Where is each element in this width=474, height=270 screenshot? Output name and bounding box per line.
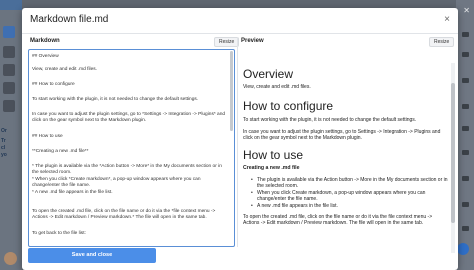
background-text: yo [1,152,7,158]
editor-line: * When you click *Create markdown*, a po… [32,177,202,188]
background-header-bar [0,0,22,10]
dialog-header-divider [22,33,458,34]
editor-scrollbar[interactable] [230,51,233,131]
background-list-icon [462,226,469,231]
editor-line: **Creating a new .md file** [32,149,89,154]
preview-heading: How to configure [243,99,334,113]
background-text: cl [1,145,6,151]
background-nav-icon [3,82,15,94]
editor-line: * The plugin is available via the *Actio… [32,164,224,175]
markdown-textarea[interactable]: ## Overview View, create and edit .md fi… [28,49,235,247]
background-list-icon [462,126,469,131]
background-list-icon [462,104,469,109]
preview-heading: How to use [243,148,304,162]
editor-line: In case you want to adjust the plugin se… [32,112,227,123]
background-action-button [457,243,469,255]
preview-paragraph: In case you want to adjust the plugin se… [243,129,441,142]
background-list-icon [462,32,469,37]
markdown-editor-dialog: Markdown file.md × Markdown Resize Previ… [22,8,458,270]
preview-content: Overview View, create and edit .md files… [241,49,456,255]
background-app-icon [3,26,15,38]
save-and-close-button[interactable]: Save and close [28,248,156,263]
editor-line: ## How to use [32,134,63,139]
background-left-panel: Or Tr cl yo [0,0,22,270]
editor-line: To open the created .md file, click on t… [32,209,217,220]
markdown-pane-title: Markdown [30,38,60,44]
preview-paragraph: To start working with the plugin, it is … [243,117,417,123]
editor-line: To start working with the plugin, it is … [32,97,199,102]
background-nav-icon [3,100,15,112]
pane-divider [237,37,238,247]
preview-list-item: When you click Create markdown, a pop-up… [243,190,449,203]
background-nav-icon [3,46,15,58]
avatar [4,252,17,265]
close-icon[interactable]: × [444,14,450,25]
preview-paragraph: To open the created .md file, click on t… [243,214,433,227]
background-list-icon [462,78,469,83]
background-list-icon [462,52,469,57]
editor-line: ## How to configure [32,82,75,87]
editor-line: ## Overview [32,54,59,59]
editor-line: View, create and edit .md files. [32,67,97,72]
background-right-panel: ✕ [456,0,474,270]
preview-subheading: Creating a new .md file [243,165,300,171]
dialog-title: Markdown file.md [30,14,109,25]
background-close-icon: ✕ [463,6,470,15]
preview-resize-button[interactable]: Resize [429,37,455,47]
editor-line: To get back to the file list: [32,231,86,236]
background-text: Or [1,128,7,134]
preview-list-item: A new .md file appears in the file list. [243,203,449,210]
background-list-icon [462,202,469,207]
background-list-icon [462,176,469,181]
preview-list-item: The plugin is available via the Action b… [243,177,449,190]
markdown-resize-button[interactable]: Resize [214,37,240,47]
editor-line: * A new .md file appears in the file lis… [32,190,113,195]
preview-heading: Overview [243,67,294,81]
background-list-icon [462,150,469,155]
background-text: Tr [1,138,6,144]
preview-scrollbar-thumb[interactable] [451,83,455,223]
preview-pane-title: Preview [241,38,264,44]
preview-paragraph: View, create and edit .md files. [243,84,311,90]
background-nav-icon [3,64,15,76]
